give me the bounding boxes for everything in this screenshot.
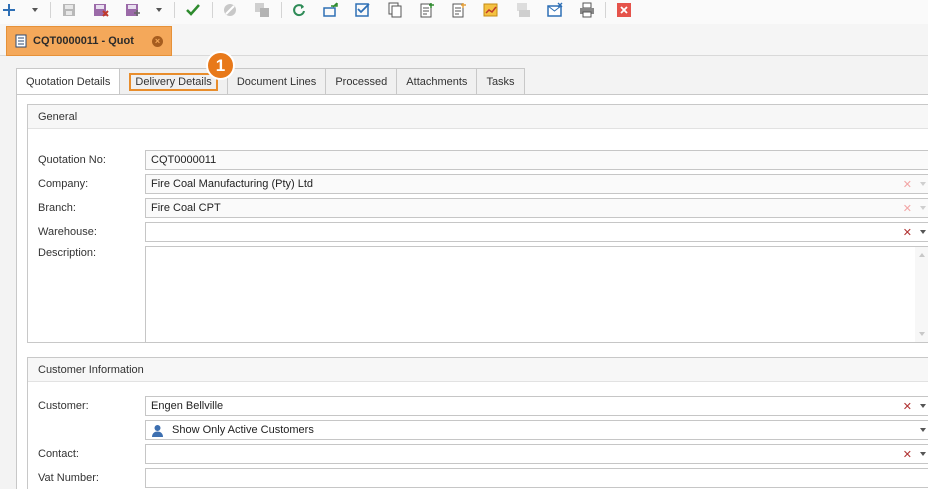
tab-processed[interactable]: Processed xyxy=(325,68,398,94)
document-add-icon[interactable] xyxy=(418,1,436,19)
tab-tasks[interactable]: Tasks xyxy=(476,68,525,94)
tab-content-panel: General Quotation No: CQT0000011 Company… xyxy=(16,94,928,489)
quotation-no-value: CQT0000011 xyxy=(151,154,217,166)
chevron-down-icon xyxy=(920,206,926,210)
customer-filter-select[interactable]: Show Only Active Customers xyxy=(145,420,928,440)
branch-field[interactable]: Fire Coal CPT ✕ xyxy=(145,198,928,218)
customer-label: Customer: xyxy=(38,400,89,412)
contact-label: Contact: xyxy=(38,448,79,460)
clear-icon[interactable]: ✕ xyxy=(903,448,912,461)
cancel-icon[interactable] xyxy=(221,1,239,19)
pdf-email-icon[interactable] xyxy=(514,1,532,19)
chevron-down-icon[interactable] xyxy=(920,452,926,456)
print-icon[interactable] xyxy=(578,1,596,19)
company-value: Fire Coal Manufacturing (Pty) Ltd xyxy=(151,178,314,190)
chevron-down-icon xyxy=(920,182,926,186)
convert-icon[interactable] xyxy=(322,1,340,19)
chart-export-icon[interactable] xyxy=(482,1,500,19)
scrollbar[interactable] xyxy=(915,247,928,342)
checklist-icon[interactable] xyxy=(354,1,372,19)
clear-icon: ✕ xyxy=(902,203,912,215)
document-tab-strip: CQT0000011 - Quot × xyxy=(0,24,928,56)
detail-tabs: Quotation Details Delivery Details Docum… xyxy=(16,68,525,95)
close-tab-icon[interactable]: × xyxy=(152,36,163,47)
chevron-down-icon[interactable] xyxy=(920,404,926,408)
email-icon[interactable] xyxy=(546,1,564,19)
toolbar-separator xyxy=(281,2,282,18)
new-document-icon[interactable] xyxy=(450,1,468,19)
callout-badge: 1 xyxy=(206,51,235,80)
save-new-icon[interactable] xyxy=(124,1,142,19)
quotation-no-field[interactable]: CQT0000011 xyxy=(145,150,928,170)
copy-icon[interactable] xyxy=(253,1,271,19)
tab-label: Quotation Details xyxy=(26,76,111,88)
contact-field[interactable]: ✕ xyxy=(145,444,928,464)
vat-number-field[interactable] xyxy=(145,468,928,488)
user-icon xyxy=(151,424,164,437)
clear-icon[interactable]: ✕ xyxy=(903,226,912,239)
tab-attachments[interactable]: Attachments xyxy=(396,68,478,94)
quotation-no-label: Quotation No: xyxy=(38,154,106,166)
toolbar-separator xyxy=(174,2,175,18)
toolbar xyxy=(0,0,928,24)
add-icon[interactable] xyxy=(0,1,18,19)
scroll-down-icon[interactable] xyxy=(919,332,925,336)
toolbar-separator xyxy=(212,2,213,18)
description-label: Description: xyxy=(38,247,97,259)
save-icon[interactable] xyxy=(60,1,78,19)
customer-information-title: Customer Information xyxy=(28,358,928,382)
chevron-down-icon[interactable] xyxy=(920,428,926,432)
save-dropdown-arrow-icon[interactable] xyxy=(152,1,166,19)
clear-icon: ✕ xyxy=(902,179,912,191)
add-dropdown-arrow-icon[interactable] xyxy=(28,1,42,19)
warehouse-field[interactable]: ✕ xyxy=(145,222,928,242)
main-area: Quotation Details Delivery Details Docum… xyxy=(0,56,928,489)
customer-field[interactable]: Engen Bellville ✕ xyxy=(145,396,928,416)
branch-value: Fire Coal CPT xyxy=(151,202,221,214)
scroll-up-icon[interactable] xyxy=(919,253,925,257)
company-label: Company: xyxy=(38,178,89,190)
save-close-icon[interactable] xyxy=(92,1,110,19)
document-tab-title: CQT0000011 - Quot xyxy=(33,35,134,47)
customer-value: Engen Bellville xyxy=(151,400,224,412)
general-group-title: General xyxy=(28,105,928,129)
tab-label: Attachments xyxy=(406,75,468,88)
tab-label: Tasks xyxy=(486,75,515,88)
document-tab[interactable]: CQT0000011 - Quot × xyxy=(6,26,172,56)
tab-document-lines[interactable]: Document Lines xyxy=(226,68,327,94)
refresh-icon[interactable] xyxy=(290,1,308,19)
tab-label: Delivery Details xyxy=(129,72,218,91)
toolbar-separator xyxy=(50,2,51,18)
tab-label: Processed xyxy=(335,75,388,88)
toolbar-separator xyxy=(605,2,606,18)
customer-information-group: Customer Information Customer: Engen Bel… xyxy=(27,357,928,489)
chevron-down-icon[interactable] xyxy=(920,230,926,234)
document-icon xyxy=(15,34,27,48)
customer-filter-value: Show Only Active Customers xyxy=(172,424,314,436)
tab-quotation-details[interactable]: Quotation Details xyxy=(16,68,121,95)
company-field[interactable]: Fire Coal Manufacturing (Pty) Ltd ✕ xyxy=(145,174,928,194)
close-icon[interactable] xyxy=(615,1,633,19)
clear-icon[interactable]: ✕ xyxy=(903,400,912,413)
description-field[interactable] xyxy=(145,246,928,343)
approve-check-icon[interactable] xyxy=(184,1,202,19)
branch-label: Branch: xyxy=(38,202,76,214)
warehouse-label: Warehouse: xyxy=(38,226,97,238)
tab-label: Document Lines xyxy=(236,75,317,88)
vat-number-label: Vat Number: xyxy=(38,472,99,484)
duplicate-icon[interactable] xyxy=(386,1,404,19)
general-group: General Quotation No: CQT0000011 Company… xyxy=(27,104,928,343)
